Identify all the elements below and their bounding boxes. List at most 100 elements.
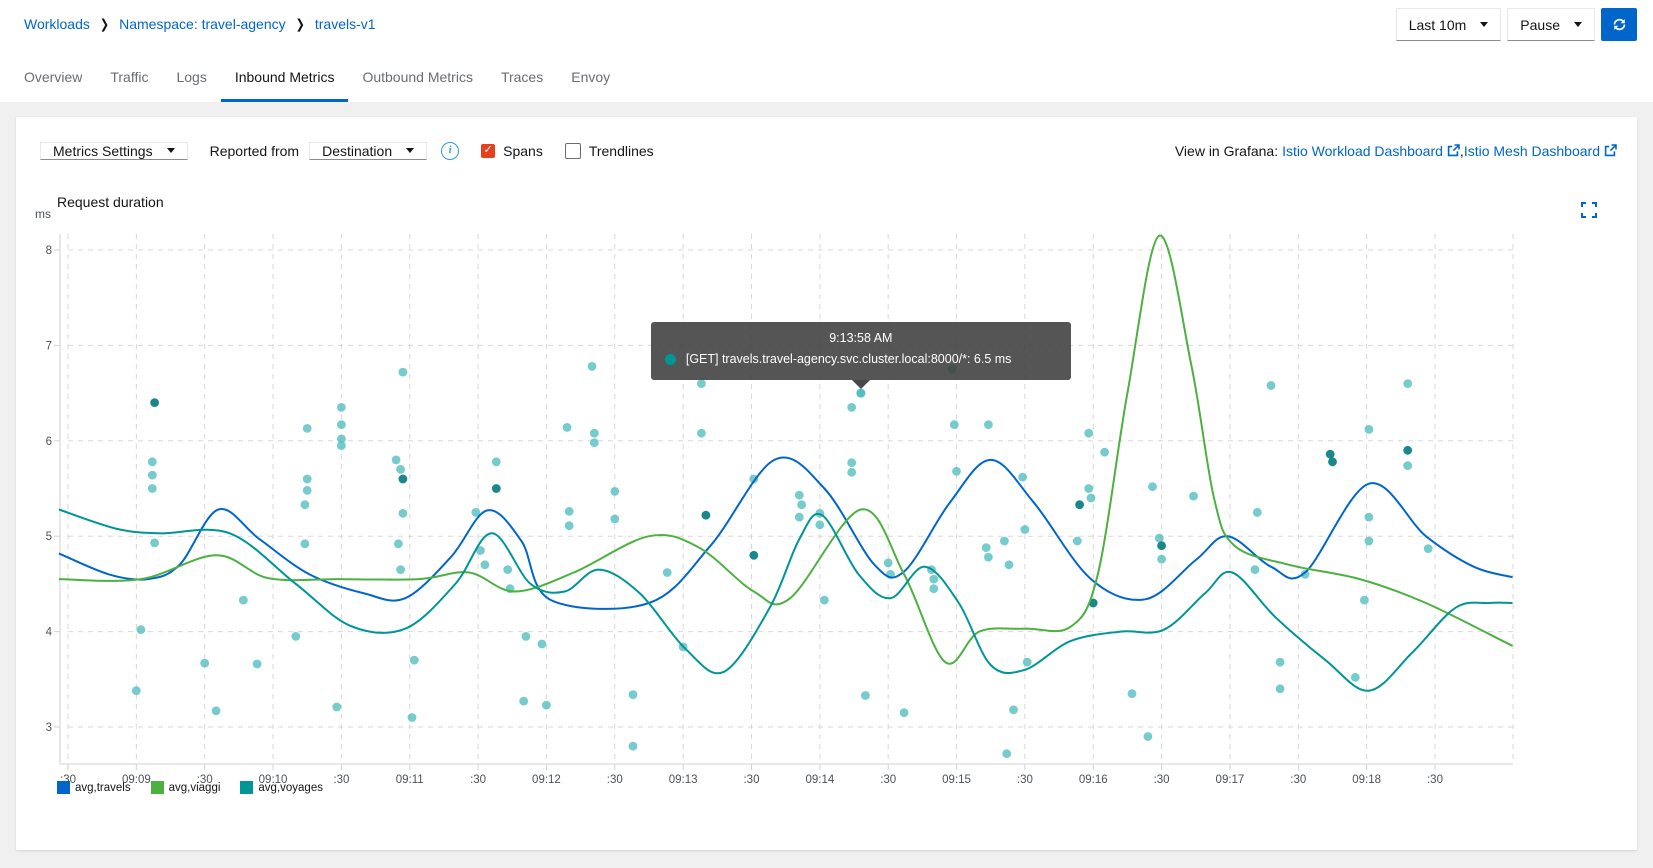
span-dot[interactable] (503, 565, 512, 574)
span-dot[interactable] (1000, 537, 1009, 546)
breadcrumb-namespace[interactable]: Namespace: travel-agency (119, 16, 286, 32)
span-dot[interactable] (702, 511, 711, 520)
span-dot[interactable] (212, 706, 221, 715)
span-dot[interactable] (1276, 684, 1285, 693)
span-dot[interactable] (1365, 537, 1374, 546)
span-dot[interactable] (522, 632, 531, 641)
span-dot[interactable] (1189, 492, 1198, 501)
metrics-settings-select[interactable]: Metrics Settings (40, 142, 188, 160)
reported-from-select[interactable]: Destination (309, 142, 427, 160)
span-dot[interactable] (952, 467, 961, 476)
span-dot[interactable] (1144, 732, 1153, 741)
span-dot[interactable] (148, 457, 157, 466)
duration-select[interactable]: Last 10m (1396, 8, 1502, 41)
span-dot[interactable] (1087, 494, 1096, 503)
span-dot[interactable] (394, 539, 403, 548)
span-dot[interactable] (492, 457, 501, 466)
span-dot[interactable] (150, 539, 159, 548)
span-dot[interactable] (399, 368, 408, 377)
span-dot[interactable] (984, 553, 993, 562)
span-dot[interactable] (1365, 425, 1374, 434)
grafana-workload-dashboard-link[interactable]: Istio Workload Dashboard (1282, 143, 1443, 159)
span-dot[interactable] (847, 403, 856, 412)
span-dot[interactable] (847, 468, 856, 477)
legend-item-travels[interactable]: avg,travels (57, 781, 131, 794)
span-dot[interactable] (929, 575, 938, 584)
tab-overview[interactable]: Overview (10, 53, 96, 102)
span-dot[interactable] (1005, 560, 1014, 569)
span-dot[interactable] (1424, 544, 1433, 553)
span-dot[interactable] (253, 660, 262, 669)
span-dot[interactable] (399, 509, 408, 518)
span-dot[interactable] (1155, 534, 1164, 543)
trendlines-checkbox[interactable]: Trendlines (565, 143, 654, 159)
request-duration-chart[interactable]: 345678:3009:09:3009:10:3009:11:3009:12:3… (16, 217, 1637, 792)
tab-outbound-metrics[interactable]: Outbound Metrics (348, 53, 487, 102)
span-dot[interactable] (663, 568, 672, 577)
expand-chart-icon[interactable] (1581, 202, 1597, 218)
hovered-span-dot[interactable] (855, 388, 866, 399)
span-dot[interactable] (629, 742, 638, 751)
span-dot[interactable] (396, 465, 405, 474)
span-dot[interactable] (1100, 448, 1109, 457)
span-dot[interactable] (303, 424, 312, 433)
span-dot[interactable] (847, 458, 856, 467)
span-dot[interactable] (239, 596, 248, 605)
span-dot[interactable] (408, 713, 417, 722)
span-dot[interactable] (563, 423, 572, 432)
tab-logs[interactable]: Logs (162, 53, 220, 102)
span-dot[interactable] (948, 365, 957, 374)
span-dot[interactable] (332, 703, 341, 712)
span-dot[interactable] (1084, 484, 1093, 493)
span-dot[interactable] (982, 543, 991, 552)
span-dot[interactable] (590, 438, 599, 447)
span-dot[interactable] (150, 398, 159, 407)
span-dot[interactable] (1360, 596, 1369, 605)
span-dot[interactable] (519, 697, 528, 706)
span-dot[interactable] (303, 475, 312, 484)
span-dot[interactable] (1023, 658, 1032, 667)
breadcrumb-workloads[interactable]: Workloads (24, 16, 90, 32)
spans-checkbox[interactable]: ✓ Spans (481, 143, 543, 159)
span-dot[interactable] (148, 484, 157, 493)
span-dot[interactable] (1403, 379, 1412, 388)
legend-item-voyages[interactable]: avg,voyages (240, 781, 323, 794)
refresh-interval-select[interactable]: Pause (1507, 8, 1595, 41)
span-dot[interactable] (884, 559, 893, 568)
span-dot[interactable] (610, 515, 619, 524)
span-dot[interactable] (1276, 658, 1285, 667)
span-dot[interactable] (1267, 381, 1276, 390)
tab-inbound-metrics[interactable]: Inbound Metrics (221, 53, 349, 102)
span-dot[interactable] (132, 686, 141, 695)
span-dot[interactable] (565, 521, 574, 530)
span-dot[interactable] (1009, 705, 1018, 714)
span-dot[interactable] (492, 484, 501, 493)
span-dot[interactable] (1365, 513, 1374, 522)
span-dot[interactable] (1326, 450, 1335, 459)
series-line-avg,viaggi[interactable] (59, 236, 1513, 664)
span-dot[interactable] (795, 513, 804, 522)
span-dot[interactable] (950, 420, 959, 429)
span-dot[interactable] (1351, 673, 1360, 682)
refresh-button[interactable] (1601, 8, 1637, 41)
span-dot[interactable] (542, 701, 551, 710)
span-dot[interactable] (200, 659, 209, 668)
span-dot[interactable] (337, 441, 346, 450)
span-dot[interactable] (291, 632, 300, 641)
span-dot[interactable] (697, 429, 706, 438)
span-dot[interactable] (1148, 482, 1157, 491)
span-dot[interactable] (301, 539, 310, 548)
span-dot[interactable] (301, 500, 310, 509)
span-dot[interactable] (815, 520, 824, 529)
span-dot[interactable] (1328, 457, 1337, 466)
grafana-mesh-dashboard-link[interactable]: Istio Mesh Dashboard (1464, 143, 1600, 159)
span-dot[interactable] (1073, 537, 1082, 546)
tab-traffic[interactable]: Traffic (96, 53, 162, 102)
span-dot[interactable] (303, 486, 312, 495)
span-dot[interactable] (629, 690, 638, 699)
series-line-avg,travels[interactable] (59, 457, 1513, 608)
span-dot[interactable] (984, 420, 993, 429)
span-dot[interactable] (1084, 429, 1093, 438)
span-dot[interactable] (410, 656, 419, 665)
breadcrumb-workload-name[interactable]: travels-v1 (315, 16, 376, 32)
